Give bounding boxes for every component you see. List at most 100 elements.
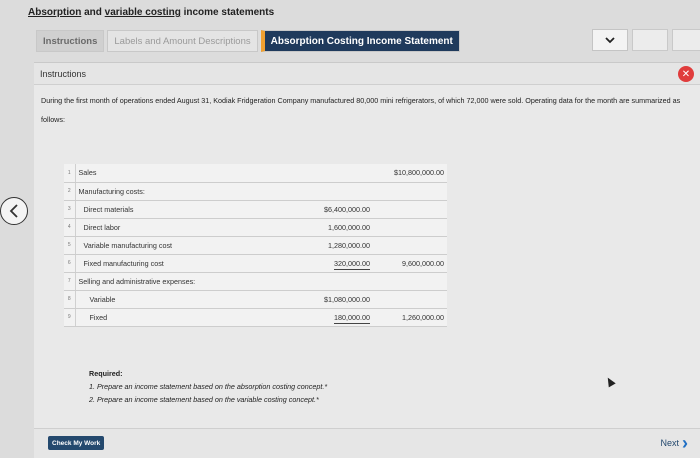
row-amount-2: 1,260,000.00 bbox=[385, 308, 447, 327]
row-amount-2 bbox=[385, 272, 447, 291]
row-number-text: 3 bbox=[67, 206, 71, 212]
row-spacer bbox=[373, 272, 385, 291]
row-amount-2-text: $10,800,000.00 bbox=[394, 168, 444, 178]
row-amount-1-text: $6,400,000.00 bbox=[324, 204, 370, 214]
row-number-text: 9 bbox=[67, 314, 71, 320]
page-title: Absorption and variable costing income s… bbox=[28, 7, 275, 18]
row-spacer bbox=[373, 308, 385, 327]
row-label-text: Direct materials bbox=[83, 204, 134, 214]
row-label: Variable bbox=[75, 290, 273, 309]
mouse-cursor-icon bbox=[604, 375, 616, 388]
row-amount-1-text: 1,280,000.00 bbox=[328, 240, 370, 250]
row-amount-2 bbox=[385, 236, 447, 255]
row-spacer bbox=[373, 254, 385, 273]
row-amount-1-text: 180,000.00 bbox=[334, 312, 370, 324]
row-number: 3 bbox=[64, 200, 76, 219]
required-item-1: 1. Prepare an income statement based on … bbox=[89, 382, 328, 391]
tab-labels-and-amount-descriptions[interactable]: Labels and Amount Descriptions bbox=[107, 30, 258, 52]
row-label-text: Direct labor bbox=[83, 222, 121, 232]
row-label: Selling and administrative expenses: bbox=[75, 272, 273, 291]
table-row: 1 Sales $10,800,000.00 bbox=[64, 164, 447, 183]
table-row: 6 Fixed manufacturing cost 320,000.00 9,600… bbox=[64, 254, 447, 273]
problem-description: During the first month of operations end… bbox=[41, 96, 681, 124]
row-number-text: 6 bbox=[67, 260, 71, 266]
row-label: Fixed manufacturing cost bbox=[75, 254, 273, 273]
row-amount-1 bbox=[273, 182, 373, 201]
row-spacer bbox=[373, 182, 385, 201]
row-amount-2-text: 1,260,000.00 bbox=[402, 312, 444, 322]
row-number: 1 bbox=[64, 164, 76, 183]
row-number: 7 bbox=[64, 272, 76, 291]
row-label-text: Manufacturing costs: bbox=[78, 186, 145, 196]
row-amount-1: 1,280,000.00 bbox=[273, 236, 373, 255]
row-number: 4 bbox=[64, 218, 76, 237]
row-number-text: 2 bbox=[67, 188, 71, 194]
row-amount-2 bbox=[385, 218, 447, 237]
panel-heading: Instructions bbox=[34, 63, 700, 85]
row-number: 5 bbox=[64, 236, 76, 255]
row-label: Manufacturing costs: bbox=[75, 182, 273, 201]
row-label-text: Variable bbox=[89, 294, 116, 304]
row-number: 2 bbox=[64, 182, 76, 201]
row-number-text: 7 bbox=[67, 278, 71, 284]
row-amount-2-text: 9,600,000.00 bbox=[402, 258, 444, 268]
row-label: Variable manufacturing cost bbox=[75, 236, 273, 255]
required-heading: Required: bbox=[89, 369, 123, 378]
row-amount-1: 1,600,000.00 bbox=[273, 218, 373, 237]
row-amount-2 bbox=[385, 290, 447, 309]
row-amount-1 bbox=[273, 164, 373, 183]
table-row: 9 Fixed 180,000.00 1,260,000.00 bbox=[64, 308, 447, 327]
row-amount-1: $1,080,000.00 bbox=[273, 290, 373, 309]
row-number: 9 bbox=[64, 308, 76, 327]
tab-absorption-costing-income-statement[interactable]: Absorption Costing Income Statement bbox=[260, 30, 460, 52]
table-row: 4 Direct labor 1,600,000.00 bbox=[64, 218, 447, 237]
row-number: 8 bbox=[64, 290, 76, 309]
tab-placeholder-1[interactable] bbox=[632, 29, 668, 51]
row-amount-1 bbox=[273, 272, 373, 291]
row-amount-2 bbox=[385, 200, 447, 219]
row-spacer bbox=[373, 290, 385, 309]
chevron-left-icon[interactable] bbox=[0, 197, 28, 225]
row-number: 6 bbox=[64, 254, 76, 273]
tab-bar: Instructions Labels and Amount Descripti… bbox=[36, 29, 700, 53]
row-amount-1: 180,000.00 bbox=[273, 308, 373, 327]
row-amount-2: 9,600,000.00 bbox=[385, 254, 447, 273]
footer-bar: Check My Work Next › bbox=[34, 428, 700, 458]
check-my-work-button[interactable]: Check My Work bbox=[48, 436, 105, 450]
row-number-text: 5 bbox=[67, 242, 71, 248]
row-amount-1-text: 1,600,000.00 bbox=[328, 222, 370, 232]
row-label-text: Sales bbox=[78, 168, 97, 178]
table-row: 3 Direct materials $6,400,000.00 bbox=[64, 200, 447, 219]
row-amount-1: $6,400,000.00 bbox=[273, 200, 373, 219]
close-icon[interactable]: ✕ bbox=[678, 66, 694, 82]
tab-instructions[interactable]: Instructions bbox=[36, 30, 105, 52]
row-amount-1-text: 320,000.00 bbox=[334, 258, 370, 270]
row-label: Direct materials bbox=[75, 200, 273, 219]
row-amount-2: $10,800,000.00 bbox=[385, 164, 447, 183]
table-row: 2 Manufacturing costs: bbox=[64, 182, 447, 201]
table-row: 7 Selling and administrative expenses: bbox=[64, 272, 447, 291]
next-label: Next bbox=[660, 438, 679, 448]
row-spacer bbox=[373, 236, 385, 255]
next-button[interactable]: Next › bbox=[660, 433, 688, 453]
row-label: Fixed bbox=[75, 308, 273, 327]
row-label-text: Variable manufacturing cost bbox=[83, 240, 173, 250]
row-number-text: 8 bbox=[67, 296, 71, 302]
instructions-panel: Instructions ✕ During the first month of… bbox=[34, 62, 700, 458]
row-label-text: Selling and administrative expenses: bbox=[78, 276, 196, 286]
operating-data-table: 1 Sales $10,800,000.00 2 Manufacturing costs… bbox=[64, 164, 447, 327]
row-spacer bbox=[373, 164, 385, 183]
row-label-text: Fixed manufacturing cost bbox=[83, 258, 164, 268]
row-label-text: Fixed bbox=[89, 312, 108, 322]
row-label: Direct labor bbox=[75, 218, 273, 237]
chevron-right-icon: › bbox=[682, 433, 688, 453]
tab-placeholder-2[interactable] bbox=[672, 29, 700, 51]
table-row: 8 Variable $1,080,000.00 bbox=[64, 290, 447, 309]
row-amount-2 bbox=[385, 182, 447, 201]
required-item-2: 2. Prepare an income statement based on … bbox=[89, 395, 319, 404]
required-section: Required: 1. Prepare an income statement… bbox=[89, 367, 327, 406]
chevron-down-icon[interactable] bbox=[592, 29, 628, 51]
row-spacer bbox=[373, 200, 385, 219]
row-amount-1-text: $1,080,000.00 bbox=[324, 294, 370, 304]
row-number-text: 1 bbox=[67, 169, 71, 176]
